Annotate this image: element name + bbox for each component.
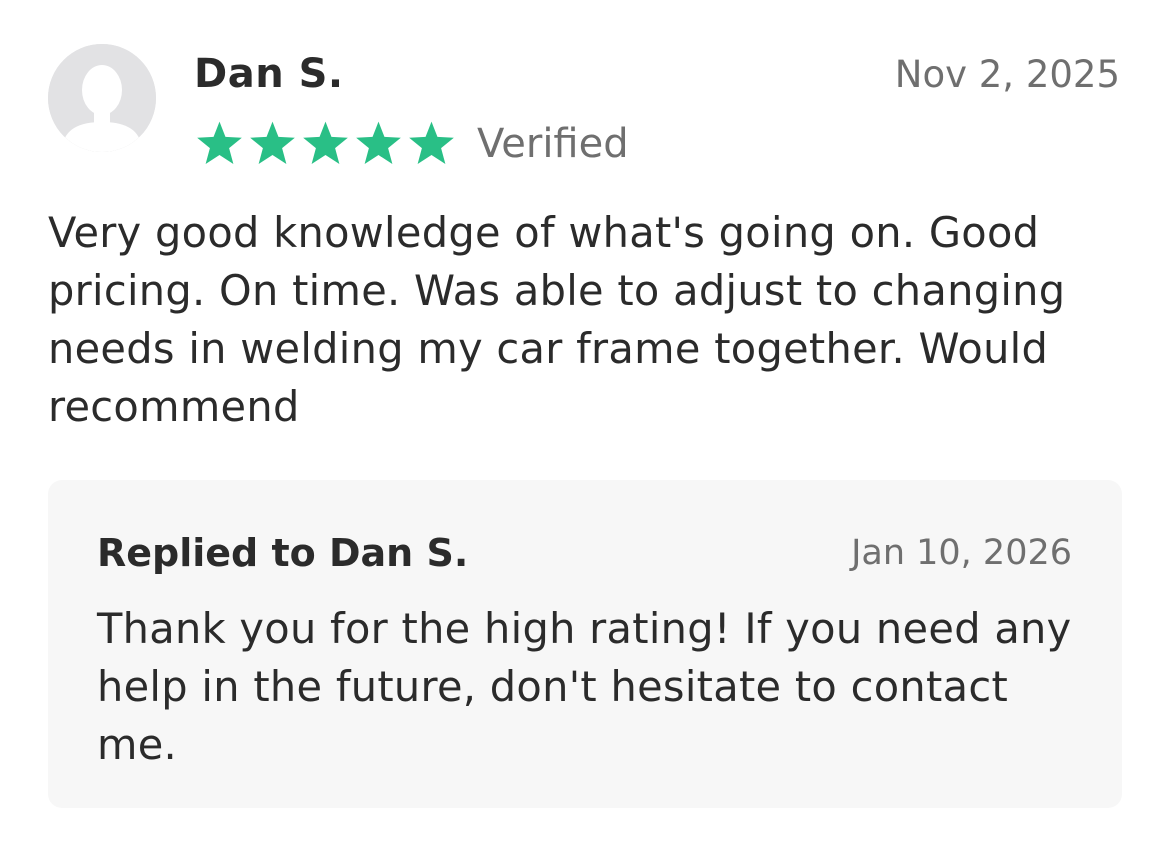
reply-title: Replied to Dan S. [97, 531, 469, 575]
star-rating [194, 120, 457, 168]
reply-date: Jan 10, 2026 [851, 533, 1072, 573]
review-text: Very good knowledge of what's going on. … [48, 208, 1066, 431]
owner-reply: Replied to Dan S. Jan 10, 2026 Thank you… [48, 480, 1122, 808]
verified-label: Verified [477, 121, 629, 167]
user-silhouette-icon [48, 44, 156, 152]
review-card: Dan S. Nov 2, 2025 Verified Very good kn… [0, 0, 1170, 845]
reviewer-name: Dan S. [194, 51, 344, 97]
star-icon [247, 120, 298, 168]
reply-text: Thank you for the high rating! If you ne… [97, 604, 1072, 769]
star-icon [194, 120, 245, 168]
star-icon [300, 120, 351, 168]
star-icon [353, 120, 404, 168]
review-date: Nov 2, 2025 [894, 53, 1120, 96]
reviewer-avatar [48, 44, 156, 152]
star-icon [406, 120, 457, 168]
rating-row: Verified [194, 118, 629, 170]
